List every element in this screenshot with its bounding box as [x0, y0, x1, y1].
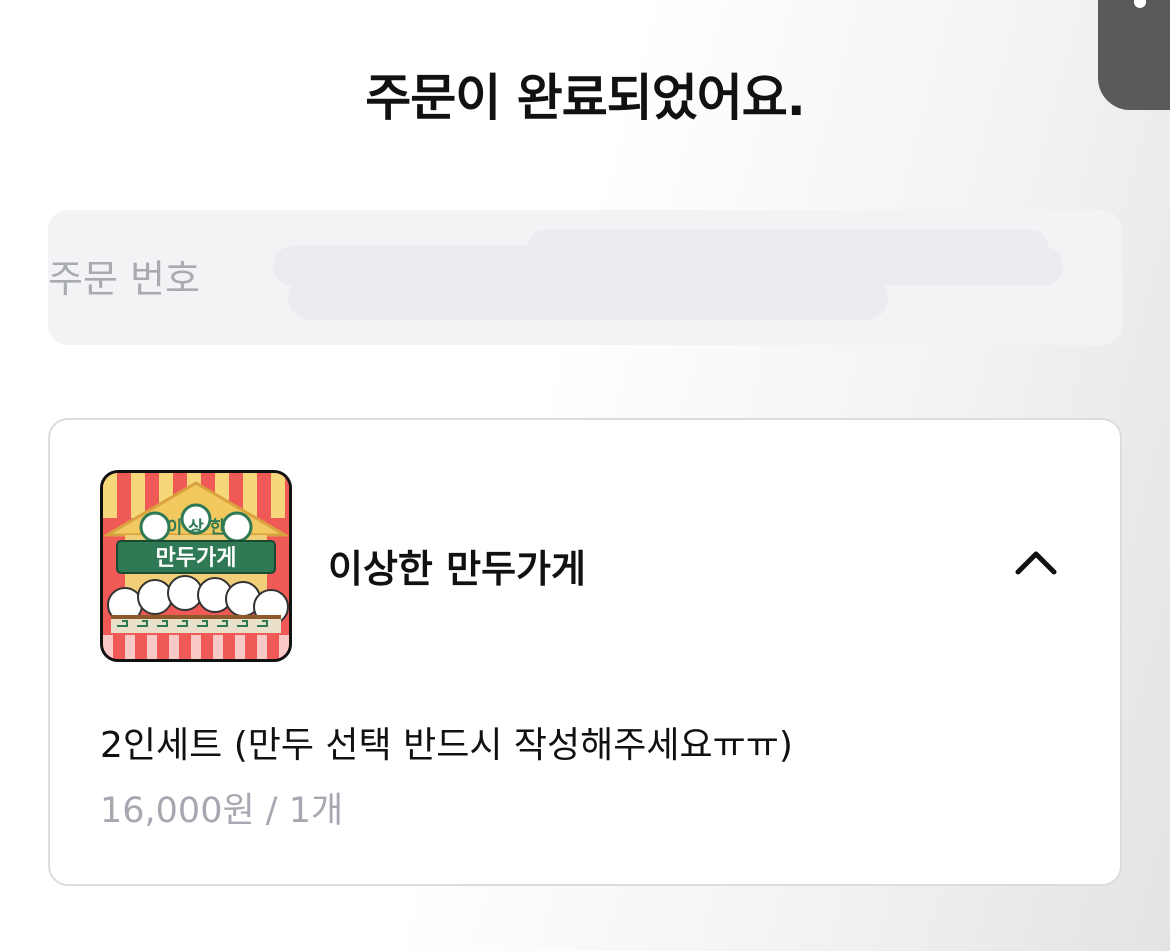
order-number-box [48, 210, 1122, 345]
redaction-smudge [528, 230, 1048, 264]
logo-text-top: 이 상 한 [167, 518, 226, 538]
corner-overlay-dot [1134, 0, 1146, 8]
page-title: 주문이 완료되었어요. [365, 69, 805, 127]
order-item-name: 2인세트 (만두 선택 반드시 작성해주세요ㅠㅠ) [100, 725, 793, 766]
order-number-label: 주문 번호 [48, 257, 200, 301]
store-logo-image: 이 상 한 만두가게 [100, 470, 292, 662]
chevron-up-icon[interactable] [1012, 546, 1060, 578]
store-order-card: 이 상 한 만두가게 이상한 만두가게 2인세트 (만두 선택 반드시 작성해주… [48, 418, 1122, 886]
logo-text-bottom: 만두가게 [156, 546, 237, 571]
store-logo-illustration: 이 상 한 만두가게 [103, 473, 289, 659]
order-item-price: 16,000원 / 1개 [100, 791, 344, 831]
redaction-smudge [288, 276, 888, 320]
store-name: 이상한 만두가게 [328, 547, 586, 591]
